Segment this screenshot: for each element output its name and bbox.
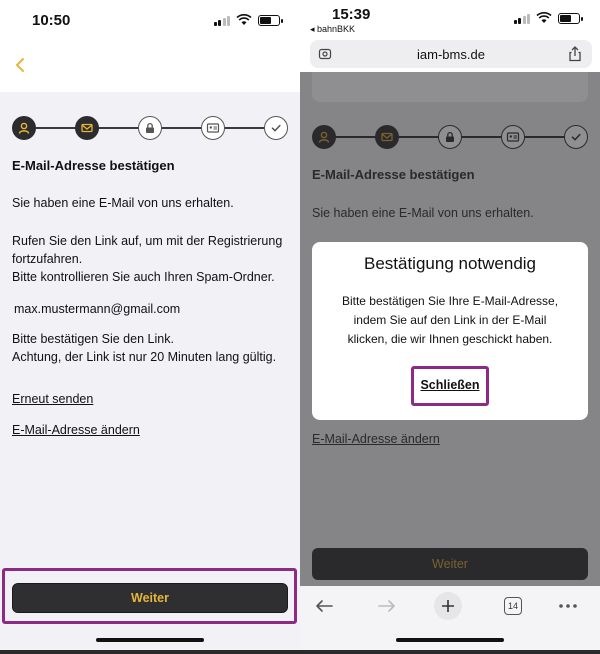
- status-time: 15:39: [332, 6, 371, 23]
- status-bar: 10:50: [0, 0, 300, 40]
- instruction-line: fortzufahren.: [12, 252, 83, 266]
- step-person-icon: [12, 116, 36, 140]
- battery-icon: [258, 14, 283, 26]
- dialog-message: Bitte bestätigen Sie Ihre E-Mail-Adresse…: [326, 292, 574, 349]
- instruction-line: Rufen Sie den Link auf, um mit der Regis…: [12, 234, 283, 248]
- intro-text: Sie haben eine E-Mail von uns erhalten.: [12, 196, 234, 210]
- page-title: E-Mail-Adresse bestätigen: [12, 158, 175, 173]
- progress-stepper: [12, 116, 288, 140]
- progress-stepper: [312, 125, 588, 149]
- step-person-icon: [312, 125, 336, 149]
- highlight-frame: [411, 366, 489, 406]
- browser-toolbar: 14: [300, 586, 600, 654]
- status-time: 10:50: [32, 12, 71, 29]
- battery-icon: [558, 12, 583, 24]
- signal-icon: [513, 13, 530, 24]
- right-screen: 15:39 ◂ bahnBKK iam-bms.de E-Mail-Adress…: [300, 0, 600, 654]
- step-id-card-icon: [201, 116, 225, 140]
- tabs-button[interactable]: 14: [501, 594, 525, 618]
- nav-header: [0, 40, 300, 92]
- signal-icon: [213, 15, 230, 26]
- step-lock-icon: [438, 125, 462, 149]
- share-icon[interactable]: [568, 46, 582, 62]
- url-text: iam-bms.de: [417, 46, 485, 62]
- dialog-message-line: Bitte bestätigen Sie Ihre E-Mail-Adresse…: [341, 294, 559, 308]
- page-settings-icon[interactable]: [318, 47, 332, 61]
- home-indicator: [396, 638, 504, 642]
- left-screen: 10:50 E-Mail-Adresse bestätigen Sie habe…: [0, 0, 300, 654]
- step-id-card-icon: [501, 125, 525, 149]
- address-bar[interactable]: iam-bms.de: [310, 40, 592, 68]
- dimmed-card: [312, 72, 588, 102]
- step-envelope-icon: [75, 116, 99, 140]
- email-address: max.mustermann@gmail.com: [14, 302, 181, 316]
- step-checkmark-icon: [564, 125, 588, 149]
- expiry-warning: Achtung, der Link ist nur 20 Minuten lan…: [12, 350, 277, 364]
- step-lock-icon: [138, 116, 162, 140]
- change-email-link[interactable]: E-Mail-Adresse ändern: [312, 432, 440, 446]
- status-bar: 15:39 ◂ bahnBKK: [300, 0, 600, 40]
- change-email-link[interactable]: E-Mail-Adresse ändern: [12, 423, 140, 437]
- new-tab-plus-icon[interactable]: [434, 592, 462, 620]
- confirm-text: Bitte bestätigen Sie den Link.: [12, 332, 174, 346]
- back-to-app-link[interactable]: ◂ bahnBKK: [310, 24, 355, 35]
- wifi-icon: [236, 14, 252, 25]
- dialog-message-line: indem Sie auf den Link in der E-Mail: [353, 313, 547, 327]
- continue-button[interactable]: Weiter: [312, 548, 588, 580]
- intro-text: Sie haben eine E-Mail von uns erhalten.: [312, 206, 534, 220]
- wifi-icon: [536, 12, 552, 23]
- bottom-edge: [0, 650, 300, 654]
- back-chevron-icon[interactable]: [12, 54, 30, 76]
- resend-link[interactable]: Erneut senden: [12, 392, 93, 406]
- bottom-edge: [300, 650, 600, 654]
- home-indicator: [96, 638, 204, 642]
- back-arrow-icon[interactable]: [312, 594, 336, 618]
- spam-hint: Bitte kontrollieren Sie auch Ihren Spam-…: [12, 270, 275, 284]
- step-checkmark-icon: [264, 116, 288, 140]
- dialog-title: Bestätigung notwendig: [363, 254, 537, 273]
- page-title: E-Mail-Adresse bestätigen: [312, 167, 475, 182]
- continue-button[interactable]: Weiter: [12, 583, 288, 613]
- forward-arrow-icon[interactable]: [375, 594, 399, 618]
- dialog-message-line: klicken, die wir Ihnen geschickt haben.: [347, 332, 553, 346]
- tab-count-icon: 14: [504, 597, 522, 615]
- more-options-icon[interactable]: [556, 594, 580, 618]
- step-envelope-icon: [375, 125, 399, 149]
